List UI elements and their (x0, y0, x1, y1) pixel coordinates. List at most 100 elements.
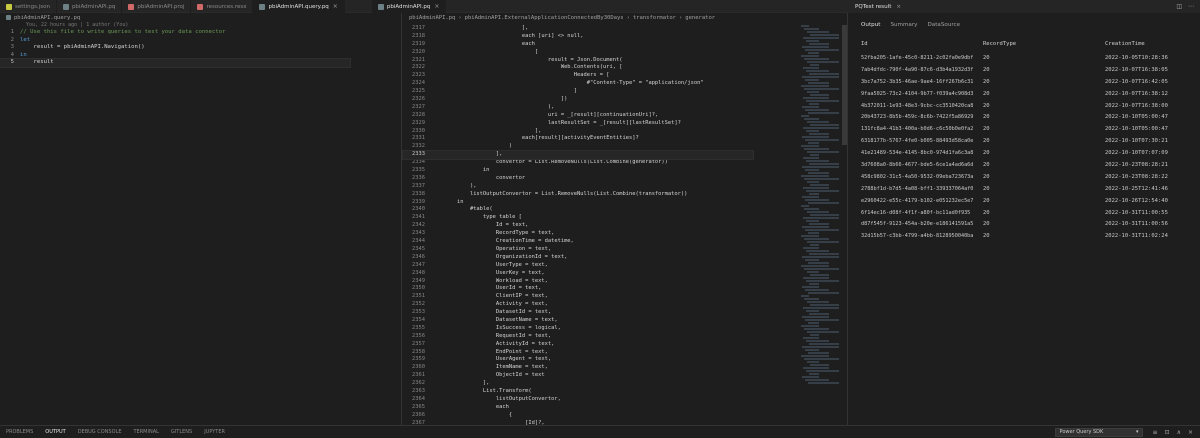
code-line[interactable]: 2345 Operation = text, (403, 246, 803, 254)
code-text[interactable]: type table [ (431, 214, 522, 222)
code-text[interactable]: Operation = text, (431, 246, 551, 254)
middle-editor-pane[interactable]: pbiAdminAPI.pq › pbiAdminAPI.ExternalAppli… (402, 13, 848, 438)
code-text[interactable]: IsSuccess = logical, (431, 325, 561, 333)
code-text[interactable]: List.Transform( (431, 388, 532, 396)
panel-tab-jupyter[interactable]: JUPYTER (198, 426, 231, 438)
code-line[interactable]: 2317 ], (403, 25, 803, 33)
code-text[interactable]: let (20, 37, 30, 45)
code-line[interactable]: 2340 #table( (403, 206, 803, 214)
code-line[interactable]: 4 in (0, 52, 401, 60)
lock-icon[interactable]: ⊡ (1165, 429, 1170, 436)
code-line[interactable]: 2346 OrganizationId = text, (403, 254, 803, 262)
code-text[interactable]: ), (431, 104, 555, 112)
code-line[interactable]: 2325 ] (403, 88, 803, 96)
breadcrumb-item[interactable]: transformator (633, 15, 676, 21)
code-line[interactable]: 5 result (0, 58, 351, 68)
code-line[interactable]: 2326 ]) (403, 96, 803, 104)
code-text[interactable]: CreationTime = datetime, (431, 238, 574, 246)
code-text[interactable]: #table( (431, 206, 493, 214)
code-text[interactable]: convertor (431, 175, 525, 183)
code-line[interactable]: 2365 each (403, 404, 803, 412)
code-text[interactable]: uri = _[result][continuationUri]?, (431, 112, 658, 120)
output-channel-select[interactable]: Power Query SDK ▾ (1054, 427, 1143, 437)
code-line[interactable]: 2361 ObjectId = text (403, 372, 803, 380)
code-line[interactable]: 2328 uri = _[result][continuationUri]?, (403, 112, 803, 120)
breadcrumb[interactable]: pbiAdminAPI.pq › pbiAdminAPI.ExternalAppli… (403, 13, 847, 23)
breadcrumb-item[interactable]: generator (685, 15, 715, 21)
code-line[interactable]: 2329 lastResultSet = _[result][lastResul… (403, 120, 803, 128)
code-text[interactable]: in (20, 52, 27, 60)
code-text[interactable]: listOutputConvertor = List.RemoveNulls(L… (431, 191, 687, 199)
code-text[interactable]: RequestId = text, (431, 333, 551, 341)
code-text[interactable]: // Use this file to write queries to tes… (20, 29, 225, 37)
code-text[interactable]: convertor = List.RemoveNulls(List.Combin… (431, 159, 668, 167)
code-text[interactable]: ), (431, 183, 477, 191)
code-text[interactable]: ], (431, 25, 529, 33)
code-line[interactable]: 2354 DatasetName = text, (403, 317, 803, 325)
code-text[interactable]: Web.Contents(uri, [ (431, 64, 623, 72)
close-panel-icon[interactable]: × (1188, 429, 1193, 436)
code-line[interactable]: 2318 each [uri] <> null, (403, 33, 803, 41)
code-line[interactable]: 2323 Headers = [ (403, 72, 803, 80)
panel-tab-terminal[interactable]: TERMINAL (127, 426, 164, 438)
code-line[interactable]: 2359 UserAgent = text, (403, 356, 803, 364)
editor-tab[interactable]: settings.json (0, 0, 57, 13)
code-line[interactable]: 2338 listOutputConvertor = List.RemoveNu… (403, 191, 803, 199)
code-text[interactable]: ], (431, 151, 503, 159)
code-text[interactable]: #"Content-Type" = "application/json" (431, 80, 704, 88)
left-editor-pane[interactable]: pbiAdminAPI.query.pq You, 22 hours ago |… (0, 13, 402, 425)
code-text[interactable]: ], (431, 380, 490, 388)
code-line[interactable]: 2332 ) (403, 143, 803, 151)
column-header[interactable]: Id (861, 40, 983, 52)
code-line[interactable]: 2363 List.Transform( (403, 388, 803, 396)
code-text[interactable]: result = Json.Document( (431, 57, 623, 65)
code-line[interactable]: 2352 Activity = text, (403, 301, 803, 309)
code-text[interactable]: lastResultSet = _[result][lastResultSet]… (431, 120, 681, 128)
code-line[interactable]: 2333 ], (402, 150, 754, 161)
code-text[interactable]: UserKey = text, (431, 270, 545, 278)
code-line[interactable]: 2355 IsSuccess = logical, (403, 325, 803, 333)
close-icon[interactable]: × (896, 4, 901, 10)
code-line[interactable]: 2358 EndPoint = text, (403, 349, 803, 357)
breadcrumb-file[interactable]: pbiAdminAPI.query.pq (14, 15, 80, 21)
code-line[interactable]: 2320 [ (403, 49, 803, 57)
code-text[interactable]: ], (431, 128, 542, 136)
code-line[interactable]: 2331 each[result][activityEventEntities]… (403, 135, 803, 143)
code-line[interactable]: 2341 type table [ (403, 214, 803, 222)
panel-tab-gitlens[interactable]: GITLENS (165, 426, 198, 438)
editor-tab[interactable]: pbiAdminAPI.query.pq × (253, 0, 345, 13)
tab-datasource[interactable]: DataSource (927, 22, 960, 28)
code-text[interactable]: ClientIP = text, (431, 293, 548, 301)
left-code-lines[interactable]: 1 // Use this file to write queries to te… (0, 29, 401, 68)
code-text[interactable]: UserType = text, (431, 262, 548, 270)
vertical-scrollbar[interactable] (842, 25, 847, 145)
code-text[interactable]: DatasetName = text, (431, 317, 558, 325)
panel-tab-debug-console[interactable]: DEBUG CONSOLE (72, 426, 128, 438)
code-text[interactable]: ] (431, 88, 577, 96)
code-line[interactable]: 2364 listOutputConvertor, (403, 396, 803, 404)
code-line[interactable]: 1 // Use this file to write queries to te… (0, 29, 401, 37)
code-line[interactable]: 2348 UserKey = text, (403, 270, 803, 278)
code-text[interactable]: each (431, 404, 509, 412)
code-line[interactable]: 2 let (0, 37, 401, 45)
code-line[interactable]: 2324 #"Content-Type" = "application/json… (403, 80, 803, 88)
code-line[interactable]: 2327 ), (403, 104, 803, 112)
code-text[interactable]: in (431, 167, 490, 175)
result-tab-title[interactable]: PQTest result (855, 4, 891, 10)
code-line[interactable]: 2360 ItemName = text, (403, 364, 803, 372)
code-line[interactable]: 2335 in (403, 167, 803, 175)
tab-summary[interactable]: Summary (890, 22, 917, 28)
code-text[interactable]: ActivityId = text, (431, 341, 554, 349)
breadcrumb-item[interactable]: pbiAdminAPI.pq (409, 15, 455, 21)
minimap[interactable] (801, 25, 841, 415)
code-text[interactable]: [ (431, 49, 538, 57)
tab-output[interactable]: Output (861, 22, 880, 28)
column-header[interactable]: CreationTime (1105, 40, 1191, 52)
breadcrumb[interactable]: pbiAdminAPI.query.pq (0, 13, 401, 22)
code-text[interactable]: DatasetId = text, (431, 309, 551, 317)
code-text[interactable]: { (431, 412, 512, 420)
code-line[interactable]: 2347 UserType = text, (403, 262, 803, 270)
column-header[interactable]: RecordType (983, 40, 1105, 52)
more-actions-icon[interactable]: ⋯ (1188, 3, 1194, 10)
code-text[interactable]: result (20, 59, 53, 67)
